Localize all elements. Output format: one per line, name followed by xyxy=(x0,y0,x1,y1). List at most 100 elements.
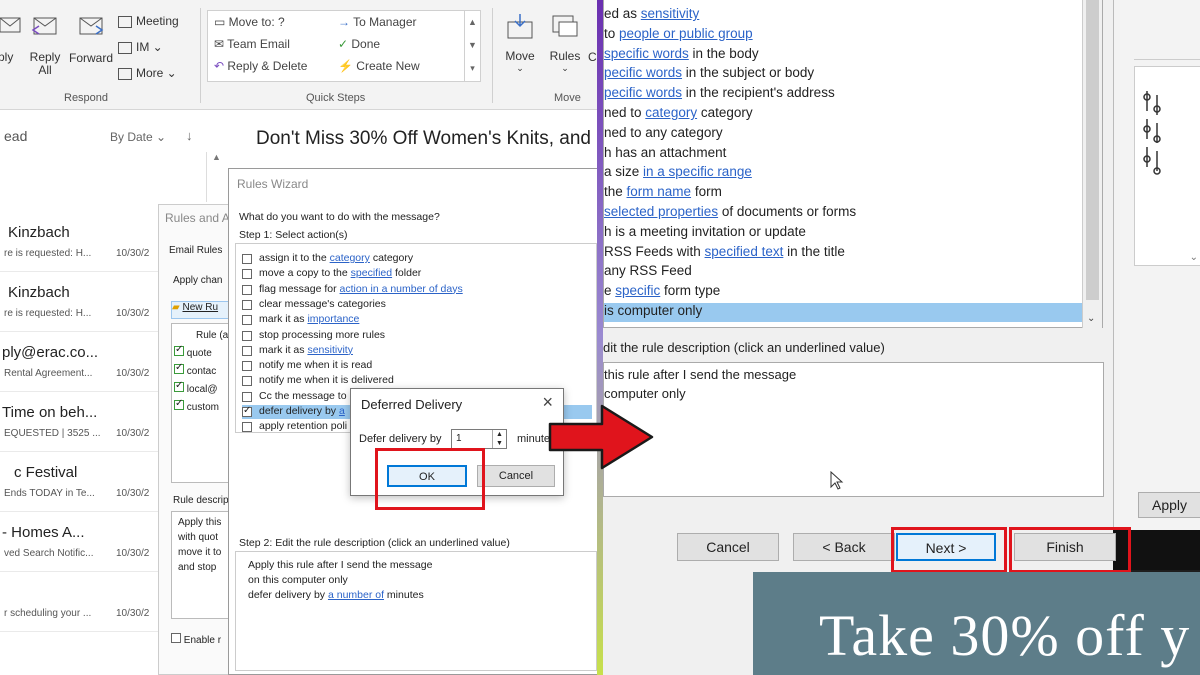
condition-item[interactable]: to people or public group xyxy=(604,26,1082,45)
enable-rules-checkbox[interactable] xyxy=(171,633,181,643)
action-checkbox[interactable] xyxy=(242,299,252,310)
spinner-arrows-icon[interactable]: ▲ ▼ xyxy=(492,430,506,448)
condition-link[interactable]: in a specific range xyxy=(643,164,752,179)
qs-create-new[interactable]: ⚡ Create New xyxy=(338,59,420,73)
more-button[interactable]: More ⌄ xyxy=(118,66,177,80)
action-link[interactable]: action in a number of days xyxy=(340,283,463,295)
enable-rules-option[interactable]: Enable r xyxy=(171,633,221,646)
condition-item[interactable]: h has an attachment xyxy=(604,145,1082,164)
scrollbar-thumb[interactable] xyxy=(1086,0,1099,300)
table-row[interactable]: local@ xyxy=(174,380,218,395)
list-filter-read[interactable]: ead xyxy=(4,128,27,144)
table-row[interactable]: contac xyxy=(174,362,216,377)
list-scroll-up[interactable]: ▲ xyxy=(206,152,226,202)
tab-email-rules[interactable]: Email Rules xyxy=(169,245,222,256)
chevron-down-icon[interactable]: ⌄ xyxy=(1087,313,1095,324)
condition-link[interactable]: category xyxy=(645,105,697,120)
meeting-button[interactable]: Meeting xyxy=(118,14,179,28)
condition-link[interactable]: pecific words xyxy=(604,65,682,80)
reply-all-button[interactable]: Reply All xyxy=(28,14,62,77)
condition-item[interactable]: a size in a specific range xyxy=(604,164,1082,183)
quick-steps-scroll[interactable]: ▲ ▼ ▾ xyxy=(464,11,480,81)
action-checkbox[interactable] xyxy=(242,315,252,326)
rule-enabled-checkbox[interactable] xyxy=(174,362,184,374)
number-of-minutes-link[interactable]: a number of xyxy=(328,589,384,601)
table-row[interactable]: custom xyxy=(174,398,219,413)
action-item[interactable]: clear message's categories xyxy=(242,298,592,312)
action-link[interactable]: importance xyxy=(307,313,359,325)
action-checkbox[interactable] xyxy=(242,330,252,341)
condition-item[interactable]: e specific form type xyxy=(604,283,1082,302)
defer-minutes-input[interactable]: 1 ▲ ▼ xyxy=(451,429,507,449)
rule-enabled-checkbox[interactable] xyxy=(174,380,184,392)
qs-done[interactable]: ✓ Done xyxy=(338,37,380,51)
condition-link[interactable]: specific xyxy=(615,283,660,298)
list-item[interactable]: Time on beh... EQUESTED | 3525 ... 10/30/2 xyxy=(0,392,160,452)
list-item[interactable]: ply@erac.co... Rental Agreement... 10/30/2 xyxy=(0,332,160,392)
apply-button[interactable]: Apply xyxy=(1138,492,1200,518)
condition-item[interactable]: selected properties of documents or form… xyxy=(604,204,1082,223)
reply-button[interactable]: ply xyxy=(0,14,21,64)
table-row[interactable]: quote xyxy=(174,344,212,359)
condition-link[interactable]: specified text xyxy=(705,244,784,259)
list-item[interactable]: Kinzbach re is requested: H... 10/30/2 xyxy=(0,272,160,332)
list-item[interactable]: r scheduling your ... 10/30/2 xyxy=(0,572,160,632)
action-checkbox[interactable] xyxy=(242,391,252,402)
back-button[interactable]: < Back xyxy=(793,533,895,561)
conditions-scrollbar[interactable]: ⌄ xyxy=(1082,0,1102,328)
action-link[interactable]: a xyxy=(339,405,345,417)
condition-link[interactable]: specific words xyxy=(604,46,689,61)
action-checkbox[interactable] xyxy=(242,422,252,433)
action-item[interactable]: flag message for action in a number of d… xyxy=(242,283,592,297)
action-checkbox[interactable] xyxy=(242,269,252,280)
qs-team-email[interactable]: ✉ Team Email xyxy=(214,37,290,51)
sort-by-date[interactable]: By Date ⌄ xyxy=(110,130,166,144)
condition-item[interactable]: any RSS Feed xyxy=(604,263,1082,282)
qs-to-manager[interactable]: → To Manager xyxy=(338,15,417,29)
condition-item[interactable]: pecific words in the subject or body xyxy=(604,65,1082,84)
action-link[interactable]: sensitivity xyxy=(307,344,353,356)
condition-item[interactable]: pecific words in the recipient's address xyxy=(604,85,1082,104)
move-button[interactable]: Move ⌄ xyxy=(500,12,540,74)
action-item[interactable]: notify me when it is delivered xyxy=(242,374,592,388)
action-link[interactable]: specified xyxy=(351,267,392,279)
action-item[interactable]: notify me when it is read xyxy=(242,359,592,373)
action-item[interactable]: assign it to the category category xyxy=(242,252,592,266)
action-checkbox[interactable] xyxy=(242,361,252,372)
action-item[interactable]: move a copy to the specified folder xyxy=(242,267,592,281)
condition-link[interactable]: selected properties xyxy=(604,204,718,219)
action-checkbox[interactable] xyxy=(242,254,252,264)
action-checkbox[interactable] xyxy=(242,405,252,417)
condition-item[interactable]: is computer only xyxy=(604,303,1082,322)
rule-enabled-checkbox[interactable] xyxy=(174,398,184,410)
action-item[interactable]: mark it as sensitivity xyxy=(242,344,592,358)
action-item[interactable]: mark it as importance xyxy=(242,313,592,327)
list-item[interactable]: Kinzbach re is requested: H... 10/30/2 xyxy=(0,212,160,272)
action-link[interactable]: category xyxy=(330,252,370,264)
list-item[interactable]: - Homes A... ved Search Notific... 10/30/2 xyxy=(0,512,160,572)
condition-item[interactable]: ed as sensitivity xyxy=(604,6,1082,25)
im-button[interactable]: IM ⌄ xyxy=(118,40,163,54)
condition-link[interactable]: sensitivity xyxy=(641,6,700,21)
rule-enabled-checkbox[interactable] xyxy=(174,344,184,356)
action-checkbox[interactable] xyxy=(242,345,252,356)
action-checkbox[interactable] xyxy=(242,284,252,295)
condition-item[interactable]: h is a meeting invitation or update xyxy=(604,224,1082,243)
new-rule-button[interactable]: ▰ New Ru xyxy=(171,301,231,319)
condition-item[interactable]: ned to any category xyxy=(604,125,1082,144)
condition-item[interactable]: specific words in the body xyxy=(604,46,1082,65)
list-item[interactable]: c Festival Ends TODAY in Te... 10/30/2 xyxy=(0,452,160,512)
condition-item[interactable]: the form name form xyxy=(604,184,1082,203)
qs-move-to[interactable]: ▭ Move to: ? xyxy=(214,15,285,29)
cancel-button[interactable]: Cancel xyxy=(477,465,555,487)
sort-direction-icon[interactable]: ↓ xyxy=(186,128,193,143)
action-checkbox[interactable] xyxy=(242,376,252,387)
forward-button[interactable]: Forward xyxy=(68,14,114,65)
action-item[interactable]: stop processing more rules xyxy=(242,329,592,343)
cancel-button[interactable]: Cancel xyxy=(677,533,779,561)
rules-button[interactable]: Rules ⌄ xyxy=(546,12,584,74)
condition-link[interactable]: pecific words xyxy=(604,85,682,100)
condition-item[interactable]: RSS Feeds with specified text in the tit… xyxy=(604,244,1082,263)
qs-reply-delete[interactable]: ↶ Reply & Delete xyxy=(214,59,307,73)
condition-link[interactable]: people or public group xyxy=(619,26,753,41)
